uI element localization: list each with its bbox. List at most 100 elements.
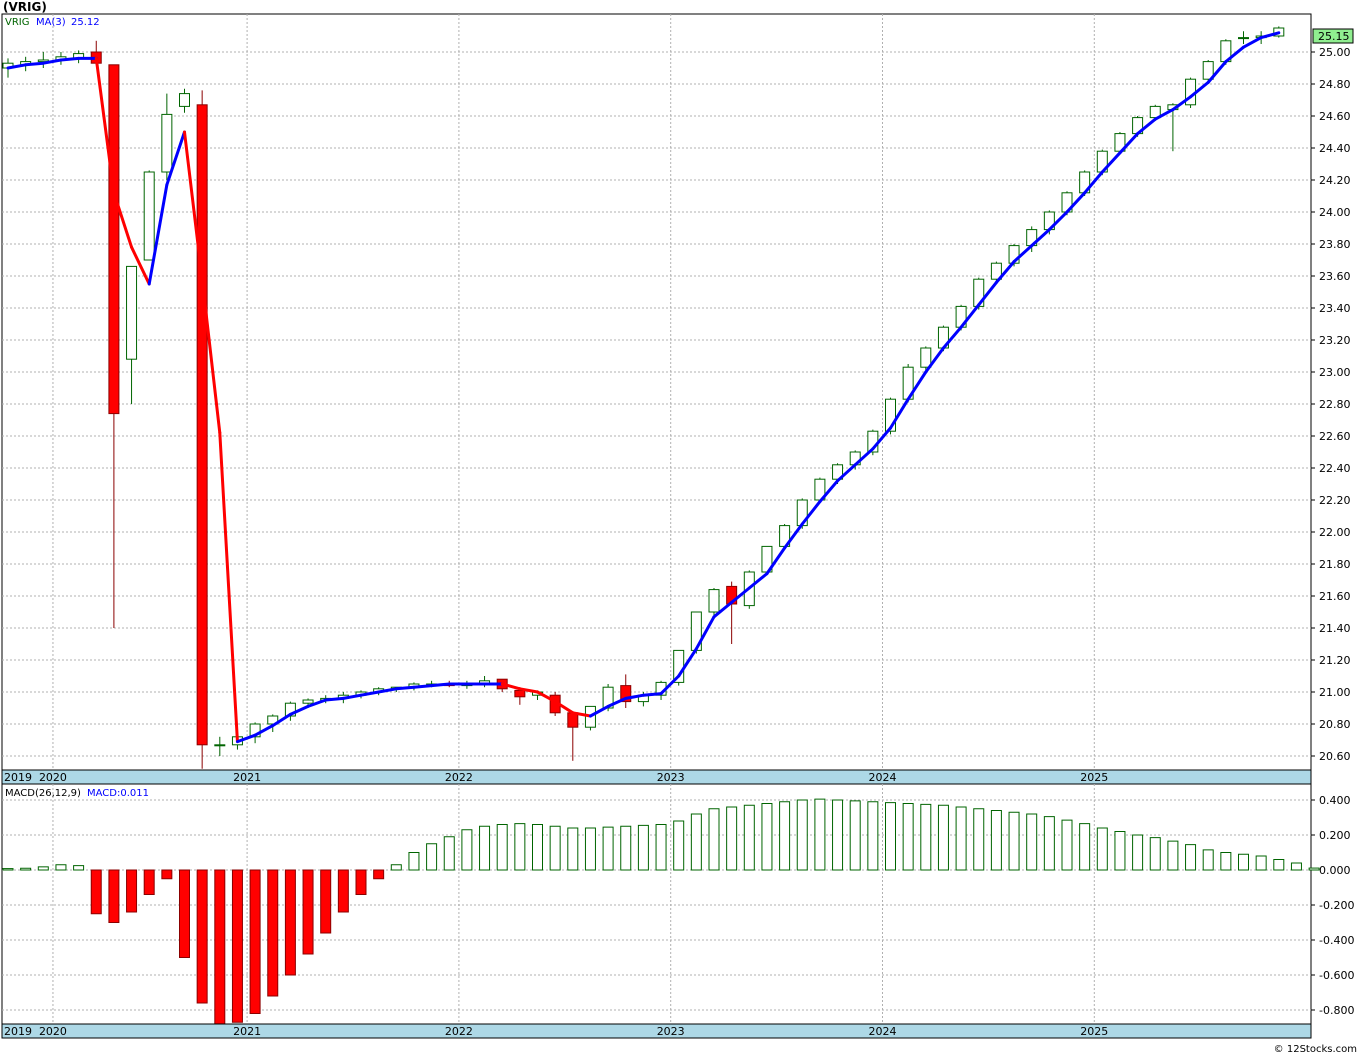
macd-bar [1220,852,1232,871]
price-y-tick-label: 24.80 [1319,78,1351,91]
price-y-tick-label: 21.80 [1319,558,1351,571]
macd-bar [584,827,596,871]
price-y-tick-label: 24.20 [1319,174,1351,187]
macd-bar [1185,844,1197,871]
macd-y-tick-label: -0.200 [1319,899,1354,912]
price-y-tick-label: 20.80 [1319,718,1351,731]
candle-body [161,113,173,173]
macd-bar [479,825,491,871]
price-y-tick-label: 25.00 [1319,46,1351,59]
macd-bar [796,799,808,871]
macd-bar [637,824,649,871]
ma-segment [24,61,45,67]
macd-bar [108,869,120,923]
macd-bar [937,804,949,871]
macd-bar [373,869,385,880]
ma-segment [430,682,451,688]
macd-bar [73,865,85,871]
candle-body [1238,37,1249,40]
price-x-label: 2022 [445,771,473,784]
macd-x-label: 2022 [445,1025,473,1038]
macd-bar [179,869,190,958]
macd-bar [267,869,279,997]
candle [584,705,596,731]
macd-bar [426,843,438,871]
macd-bar [1238,853,1249,871]
macd-y-tick-label: 0.000 [1319,864,1351,877]
macd-y-tick-label: -0.400 [1319,934,1354,947]
macd-bar [549,825,561,871]
ma-segment [394,685,416,691]
macd-bar [1290,862,1302,871]
macd-bar [726,806,738,871]
macd-bar [1308,867,1320,871]
ma-segment [59,56,81,62]
price-y-tick-label: 20.60 [1319,750,1351,763]
macd-x-label: 2025 [1080,1025,1108,1038]
macd-bar [337,869,349,913]
macd-bar [214,869,226,1025]
price-x-label: 2024 [869,771,897,784]
candle-body [179,93,190,107]
candle-body [302,699,314,704]
candle-body [126,265,138,360]
macd-bar [2,868,14,871]
macd-bar [37,866,49,871]
macd-bar [143,869,155,895]
macd-bar [602,826,614,871]
macd-bar [1043,816,1055,871]
macd-bar [920,803,932,871]
macd-bar [990,810,1002,871]
price-y-tick-label: 23.00 [1319,366,1351,379]
price-y-tick-label: 21.20 [1319,654,1351,667]
macd-bar [1273,859,1285,871]
macd-y-tick-label: 0.400 [1319,794,1351,807]
price-x-label: 2020 [39,771,67,784]
watermark: © 12Stocks.com [1274,1044,1357,1055]
candle-body [196,104,208,746]
macd-bar [690,813,702,871]
macd-legend-value: MACD:0.011 [87,788,149,799]
macd-x-label: 2020 [39,1025,67,1038]
ma-segment [641,692,663,697]
candle-body [708,589,720,613]
candle-body [214,744,226,747]
macd-x-label: 2023 [657,1025,685,1038]
macd-bar [284,869,296,976]
macd-bar [55,864,67,871]
candle-body [514,689,526,698]
macd-bar [20,867,32,871]
macd-bar [779,801,791,871]
price-y-tick-label: 24.60 [1319,110,1351,123]
macd-bar [867,801,879,871]
price-y-tick-label: 21.00 [1319,686,1351,699]
macd-bar [1255,855,1267,871]
macd-bar [1202,849,1214,871]
ma-segment [412,684,434,689]
price-x-label: 2021 [233,771,261,784]
chart-svg: 25.00 24.80 24.60 24.40 24.20 24.00 23.80 23.60… [0,0,1360,1056]
macd-x-label: 2024 [869,1025,897,1038]
macd-bar [443,836,455,871]
macd-bar [302,869,314,955]
macd-bar [514,823,526,871]
price-y-tick-label: 22.20 [1319,494,1351,507]
chart-stage: 25.00 24.80 24.60 24.40 24.20 24.00 23.80 23.60… [0,0,1360,1056]
macd-bar [849,800,861,871]
macd-bar [885,802,896,871]
macd-bar [355,869,367,895]
macd-bar [320,869,332,934]
candle [143,170,155,261]
price-y-tick-label: 24.00 [1319,206,1351,219]
price-y-tick-label: 23.80 [1319,238,1351,251]
macd-y-tick-label: -0.800 [1319,1004,1354,1017]
macd-bar [655,824,667,871]
macd-bar [231,869,243,1023]
macd-bar [1079,823,1091,871]
price-y-tick-label: 23.40 [1319,302,1351,315]
macd-bar [1149,837,1161,871]
macd-bar [955,806,967,871]
macd-bar [708,808,720,871]
macd-bar [496,824,508,871]
legend-ma-name: MA(3) [36,17,66,28]
